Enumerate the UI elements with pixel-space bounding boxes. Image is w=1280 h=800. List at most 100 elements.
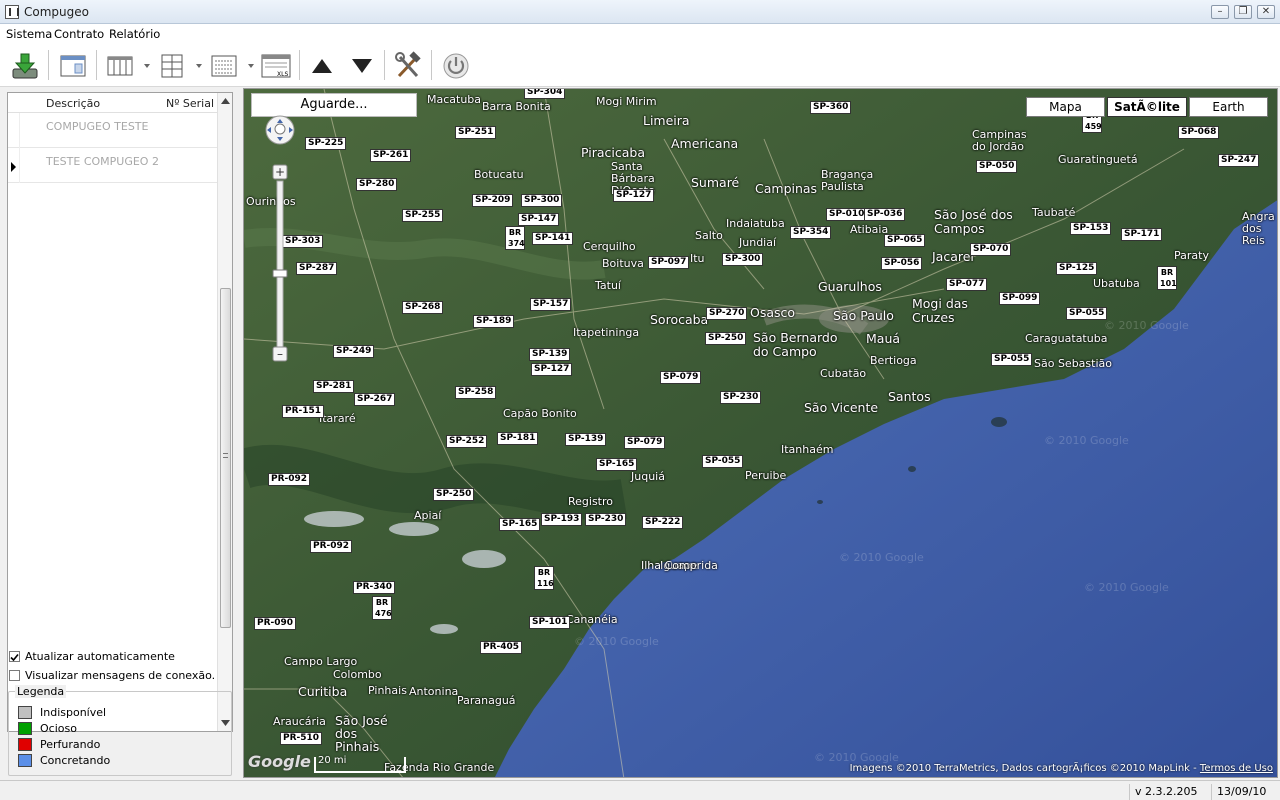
city-label: Americana (671, 136, 739, 151)
auto-update-label[interactable]: Atualizar automaticamente (25, 650, 175, 663)
title-bar: Compugeo – ❐ ✕ (0, 0, 1280, 24)
svg-text:© 2010 Google: © 2010 Google (1104, 319, 1189, 332)
road-shield: SP-171 (1121, 228, 1163, 241)
row-indicator (8, 148, 20, 183)
download-icon (12, 53, 38, 79)
road-shield: SP-077 (946, 278, 988, 291)
list-dropdown-icon[interactable] (248, 64, 254, 68)
move-up-button[interactable] (305, 49, 339, 83)
city-label: Curitiba (298, 684, 348, 699)
table-row[interactable]: TESTE COMPUGEO 2 (8, 148, 218, 183)
loading-indicator: Aguarde... (251, 93, 417, 117)
minimize-button[interactable]: – (1211, 5, 1229, 19)
map-zoom-control[interactable]: + – (256, 115, 304, 387)
column-header-serial[interactable]: Nº Serial (166, 97, 214, 110)
city-label: Guaratinguetá (1058, 153, 1138, 166)
tools-icon (395, 51, 421, 78)
city-label: Colombo (333, 668, 382, 681)
road-shield: SP-099 (999, 292, 1041, 305)
city-label: Bragança Paulista (821, 168, 874, 193)
road-shield: SP-270 (706, 307, 748, 320)
city-label: Itu (690, 252, 705, 265)
map-type-earth[interactable]: Earth (1189, 97, 1268, 117)
legend-swatch-indisponivel (18, 706, 32, 719)
window-icon (60, 55, 86, 77)
power-button[interactable] (439, 49, 473, 83)
road-shield: SP-139 (529, 348, 571, 361)
scrollbar-thumb[interactable] (220, 288, 231, 628)
auto-update-checkbox[interactable] (9, 651, 20, 662)
map-view[interactable]: © 2010 Google © 2010 Google © 2010 Googl… (243, 88, 1278, 778)
road-shield: SP-065 (884, 234, 926, 247)
city-label: Jacareí (932, 249, 974, 264)
terms-of-use-link[interactable]: Termos de Uso (1200, 763, 1273, 774)
menu-relatorio[interactable]: Relatório (109, 27, 160, 41)
left-panel: Descrição Nº Serial COMPUGEO TESTE TESTE… (0, 88, 240, 778)
road-shield: SP-230 (720, 391, 762, 404)
maximize-button[interactable]: ❐ (1234, 5, 1252, 19)
road-shield: SP-300 (521, 194, 563, 207)
status-bar: v 2.3.2.205 13/09/10 (0, 780, 1280, 800)
road-shield: PR-092 (310, 540, 353, 553)
city-label: Taubaté (1032, 206, 1076, 219)
city-label: Antonina (409, 685, 459, 698)
city-label: São José dos Campos (934, 207, 1013, 236)
city-label: Itapetininga (573, 326, 640, 339)
road-shield: BR 374 (505, 226, 525, 250)
date-label: 13/09/10 (1211, 784, 1280, 800)
road-shield: PR-340 (353, 581, 396, 594)
triangle-down-icon (352, 59, 372, 73)
road-shield: SP-127 (531, 363, 573, 376)
columns-icon (107, 56, 133, 76)
show-connection-messages-checkbox[interactable] (9, 670, 20, 681)
columns-view-button[interactable] (103, 49, 137, 83)
column-header-descricao[interactable]: Descrição (46, 97, 100, 110)
road-shield: SP-209 (472, 194, 514, 207)
road-shield: SP-193 (541, 513, 583, 526)
close-button[interactable]: ✕ (1257, 5, 1275, 19)
road-shield: PR-092 (268, 473, 311, 486)
menu-contrato[interactable]: Contrato (54, 27, 104, 41)
zoom-slider-track[interactable] (276, 180, 284, 348)
city-label: Guarulhos (818, 279, 882, 294)
scroll-up-icon[interactable] (221, 98, 230, 104)
columns-dropdown-icon[interactable] (144, 64, 150, 68)
map-type-satelite[interactable]: SatÃ©lite (1107, 97, 1187, 117)
road-shield: SP-268 (402, 301, 444, 314)
window-button[interactable] (56, 49, 90, 83)
legend-label-perfurando: Perfurando (40, 738, 101, 751)
city-label: Cananéia (566, 613, 618, 626)
list-view-button[interactable] (207, 49, 241, 83)
road-shield: SP-258 (455, 386, 497, 399)
equipment-grid[interactable]: Descrição Nº Serial COMPUGEO TESTE TESTE… (7, 92, 233, 732)
move-down-button[interactable] (345, 49, 379, 83)
download-button[interactable] (8, 49, 42, 83)
legend-label-indisponivel: Indisponível (40, 706, 107, 719)
grid-dropdown-icon[interactable] (196, 64, 202, 68)
road-shield: SP-079 (660, 371, 702, 384)
map-type-mapa[interactable]: Mapa (1026, 97, 1105, 117)
road-shield: SP-247 (1218, 154, 1260, 167)
map-copyright: Imagens ©2010 TerraMetrics, Dados cartog… (850, 763, 1273, 774)
menu-sistema[interactable]: Sistema (6, 27, 52, 41)
grid-scrollbar[interactable] (217, 93, 232, 731)
row-descricao: COMPUGEO TESTE (46, 120, 149, 133)
road-shield: PR-090 (254, 617, 297, 630)
legend-label-ocioso: Ocioso (40, 722, 77, 735)
road-shield: SP-222 (642, 516, 684, 529)
city-label: Juquiá (631, 470, 665, 483)
city-label: São Bernardo do Campo (753, 330, 838, 359)
city-label: Paranaguá (457, 694, 516, 707)
legend-swatch-perfurando (18, 738, 32, 751)
export-xls-button[interactable]: XLS (259, 49, 293, 83)
grid-view-button[interactable] (155, 49, 189, 83)
road-shield: SP-252 (446, 435, 488, 448)
show-connection-messages-label[interactable]: Visualizar mensagens de conexão. (25, 669, 215, 682)
zoom-slider-handle[interactable] (272, 269, 288, 278)
tools-button[interactable] (391, 49, 425, 83)
road-shield: SP-354 (790, 226, 832, 239)
city-label: Salto (695, 229, 723, 242)
city-label: Atibaia (850, 223, 889, 236)
table-row[interactable]: COMPUGEO TESTE (8, 113, 218, 148)
city-label: Piracicaba (581, 145, 646, 160)
